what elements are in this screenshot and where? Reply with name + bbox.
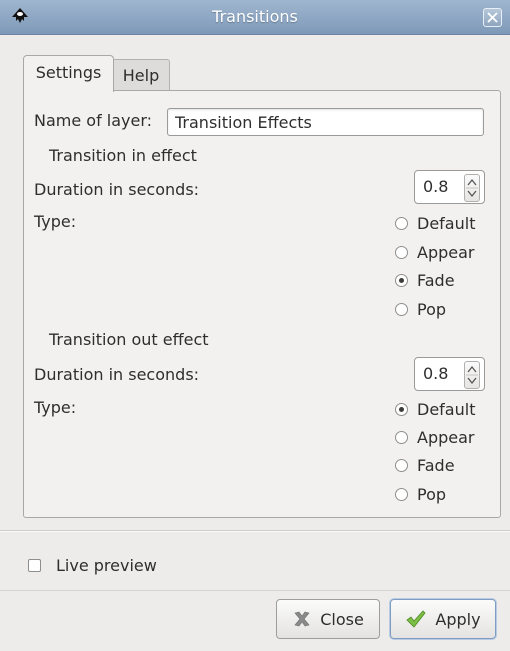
- radio-button-selected[interactable]: [395, 403, 408, 416]
- radio-label: Pop: [417, 485, 447, 504]
- close-button[interactable]: Close: [276, 599, 380, 639]
- spin-arrows[interactable]: [464, 174, 480, 202]
- transition-in-heading: Transition in effect: [49, 146, 197, 165]
- radio-button[interactable]: [395, 459, 408, 472]
- layer-name-input[interactable]: [167, 108, 484, 136]
- out-radio-default[interactable]: Default: [395, 400, 475, 419]
- window-close-button[interactable]: [483, 8, 502, 27]
- radio-label: Pop: [417, 300, 447, 319]
- radio-button[interactable]: [395, 488, 408, 501]
- radio-button[interactable]: [395, 246, 408, 259]
- divider: [0, 530, 510, 532]
- radio-label: Default: [417, 400, 476, 419]
- close-button-label: Close: [320, 609, 364, 629]
- out-radio-pop[interactable]: Pop: [395, 485, 446, 504]
- in-duration-label: Duration in seconds:: [34, 180, 200, 199]
- in-radio-pop[interactable]: Pop: [395, 300, 446, 319]
- spin-arrows-icon: [466, 178, 478, 198]
- radio-button[interactable]: [395, 431, 408, 444]
- transition-out-heading: Transition out effect: [49, 330, 209, 349]
- tab-help[interactable]: Help: [112, 59, 170, 91]
- out-duration-spinbox[interactable]: 0.8: [414, 357, 485, 391]
- layer-name-label: Name of layer:: [34, 111, 153, 130]
- out-duration-label: Duration in seconds:: [34, 365, 200, 384]
- radio-button[interactable]: [395, 303, 408, 316]
- x-icon: [292, 609, 312, 629]
- out-radio-appear[interactable]: Appear: [395, 428, 474, 447]
- out-duration-value: 0.8: [423, 364, 449, 383]
- radio-button-selected[interactable]: [395, 274, 408, 287]
- live-preview-checkbox[interactable]: [28, 559, 41, 572]
- in-radio-default[interactable]: Default: [395, 214, 475, 233]
- radio-label: Appear: [417, 243, 475, 262]
- apply-button-label: Apply: [435, 609, 481, 629]
- out-radio-fade[interactable]: Fade: [395, 456, 455, 475]
- in-duration-value: 0.8: [423, 177, 449, 196]
- apply-button[interactable]: Apply: [390, 599, 496, 639]
- in-type-label: Type:: [34, 212, 77, 231]
- tab-settings[interactable]: Settings: [23, 55, 114, 92]
- close-icon: [487, 12, 498, 23]
- radio-label: Appear: [417, 428, 475, 447]
- divider: [0, 590, 510, 591]
- radio-label: Default: [417, 214, 476, 233]
- radio-label: Fade: [417, 271, 455, 290]
- live-preview-label[interactable]: Live preview: [56, 556, 157, 575]
- in-radio-appear[interactable]: Appear: [395, 243, 474, 262]
- spin-arrows-icon: [466, 365, 478, 385]
- checkmark-icon: [405, 609, 427, 629]
- radio-label: Fade: [417, 456, 455, 475]
- out-type-label: Type:: [34, 398, 77, 417]
- window-title: Transitions: [212, 7, 298, 26]
- in-duration-spinbox[interactable]: 0.8: [414, 170, 485, 204]
- spin-arrows[interactable]: [464, 361, 480, 389]
- in-radio-fade[interactable]: Fade: [395, 271, 455, 290]
- radio-button[interactable]: [395, 217, 408, 230]
- title-bar[interactable]: Transitions: [0, 0, 510, 35]
